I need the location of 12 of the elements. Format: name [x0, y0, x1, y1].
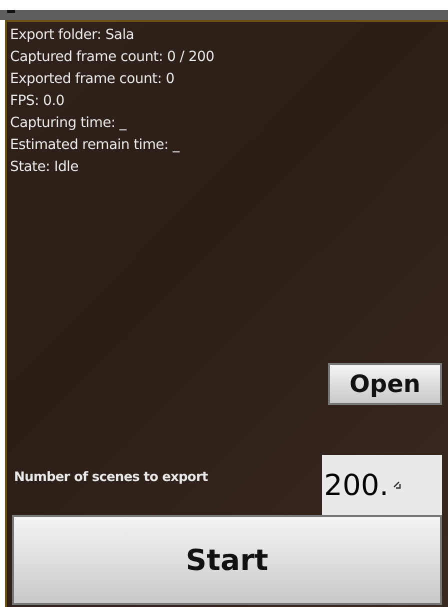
scenes-input-field[interactable]: 200.: [322, 455, 442, 515]
status-line: Capturing time: _: [10, 114, 128, 133]
status-line: Captured frame count: 0 / 200: [10, 48, 216, 67]
status-line: FPS: 0.0: [10, 92, 66, 111]
start-button[interactable]: Start: [12, 515, 442, 605]
spinner-icon: [392, 481, 401, 489]
open-button[interactable]: Open: [328, 363, 442, 405]
status-line: Estimated remain time: _: [10, 136, 181, 155]
status-line: Exported frame count: 0: [10, 70, 176, 89]
status-line: Export folder: Sala: [10, 26, 136, 45]
status-line: State: Idle: [10, 158, 80, 177]
scenes-label: Number of scenes to export: [14, 470, 208, 487]
